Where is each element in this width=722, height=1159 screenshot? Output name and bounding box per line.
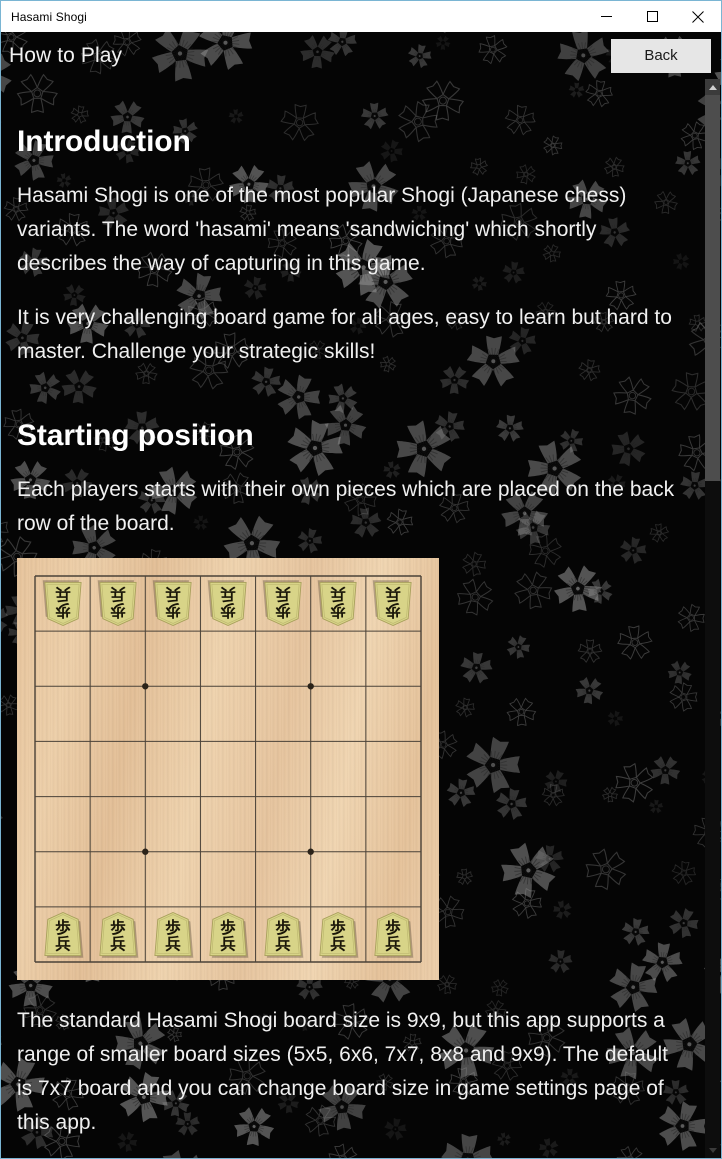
shogi-piece-icon: 歩 兵 — [97, 580, 137, 627]
section-heading-introduction: Introduction — [17, 125, 191, 158]
maximize-button[interactable] — [629, 1, 675, 32]
shogi-piece-icon: 歩 兵 — [373, 580, 412, 627]
minimize-button[interactable] — [583, 1, 629, 32]
board-piece-player: 歩 兵 — [41, 911, 85, 958]
page-header: How to Play Back — [1, 32, 721, 79]
title-bar: Hasami Shogi — [1, 0, 721, 32]
shogi-board-illustration: 歩 兵 歩 兵 歩 兵 歩 兵 歩 兵 歩 兵 歩 兵 歩 兵 歩 兵 歩 兵 … — [17, 558, 439, 980]
svg-text:兵: 兵 — [165, 935, 181, 954]
shogi-piece-icon: 歩 兵 — [42, 580, 82, 627]
svg-text:兵: 兵 — [386, 935, 402, 954]
scrollbar-track[interactable] — [705, 481, 720, 1158]
shogi-piece-icon: 歩 兵 — [374, 911, 414, 958]
vertical-scrollbar[interactable] — [705, 79, 720, 1158]
svg-text:兵: 兵 — [110, 584, 126, 603]
board-piece-player: 歩 兵 — [96, 911, 140, 958]
board-piece-player: 歩 兵 — [151, 911, 195, 958]
window-title: Hasami Shogi — [11, 9, 87, 24]
intro-paragraph-1: Hasami Shogi is one of the most popular … — [17, 184, 627, 275]
svg-text:兵: 兵 — [330, 935, 346, 954]
chevron-up-icon — [708, 84, 717, 90]
svg-text:兵: 兵 — [55, 935, 71, 954]
shogi-piece-icon: 歩 兵 — [319, 911, 359, 958]
back-button[interactable]: Back — [611, 38, 711, 73]
scroll-down-button[interactable] — [705, 1142, 720, 1158]
svg-text:兵: 兵 — [220, 935, 236, 954]
svg-text:兵: 兵 — [110, 935, 126, 954]
svg-text:兵: 兵 — [330, 584, 346, 603]
intro-paragraph-2: It is very challenging board game for al… — [17, 306, 672, 363]
board-piece-opponent: 歩 兵 — [206, 580, 250, 627]
shogi-piece-icon: 歩 兵 — [154, 911, 194, 958]
svg-text:兵: 兵 — [220, 584, 236, 603]
board-piece-opponent: 歩 兵 — [151, 580, 195, 627]
shogi-piece-icon: 歩 兵 — [152, 580, 192, 627]
content-scroll-area[interactable]: Introduction Hasami Shogi is one of the … — [1, 79, 707, 1158]
app-window: Hasami Shogi How to Play Back Introducti… — [0, 0, 722, 1159]
chevron-down-icon — [708, 1147, 717, 1153]
svg-text:兵: 兵 — [385, 584, 401, 603]
shogi-piece-icon: 歩 兵 — [318, 580, 357, 627]
scrollbar-thumb[interactable] — [705, 95, 720, 481]
svg-text:兵: 兵 — [275, 935, 291, 954]
svg-text:兵: 兵 — [165, 584, 181, 603]
board-piece-player: 歩 兵 — [316, 911, 360, 958]
shogi-piece-icon: 歩 兵 — [207, 580, 247, 627]
window-controls — [583, 1, 721, 32]
shogi-piece-icon: 歩 兵 — [44, 911, 83, 958]
board-piece-opponent: 歩 兵 — [316, 580, 360, 627]
board-wood-surface: 歩 兵 歩 兵 歩 兵 歩 兵 歩 兵 歩 兵 歩 兵 歩 兵 歩 兵 歩 兵 … — [17, 558, 439, 980]
svg-text:兵: 兵 — [275, 584, 291, 603]
board-piece-opponent: 歩 兵 — [371, 580, 415, 627]
board-piece-player: 歩 兵 — [206, 911, 250, 958]
shogi-piece-icon: 歩 兵 — [264, 911, 304, 958]
shogi-piece-icon: 歩 兵 — [262, 580, 302, 627]
starting-position-paragraph: Each players starts with their own piece… — [17, 478, 675, 535]
svg-text:兵: 兵 — [54, 584, 70, 603]
board-piece-opponent: 歩 兵 — [261, 580, 305, 627]
board-piece-player: 歩 兵 — [371, 911, 415, 958]
shogi-piece-icon: 歩 兵 — [99, 911, 138, 958]
shogi-piece-icon: 歩 兵 — [209, 911, 249, 958]
section-heading-starting-position: Starting position — [17, 419, 254, 452]
minimize-icon — [600, 16, 612, 17]
close-button[interactable] — [675, 1, 721, 32]
scroll-up-button[interactable] — [705, 79, 720, 95]
board-piece-opponent: 歩 兵 — [96, 580, 140, 627]
maximize-icon — [646, 11, 658, 22]
board-piece-player: 歩 兵 — [261, 911, 305, 958]
closing-paragraph: The standard Hasami Shogi board size is … — [17, 1009, 668, 1134]
page-title: How to Play — [9, 43, 123, 67]
board-piece-opponent: 歩 兵 — [41, 580, 85, 627]
close-icon — [692, 10, 704, 23]
